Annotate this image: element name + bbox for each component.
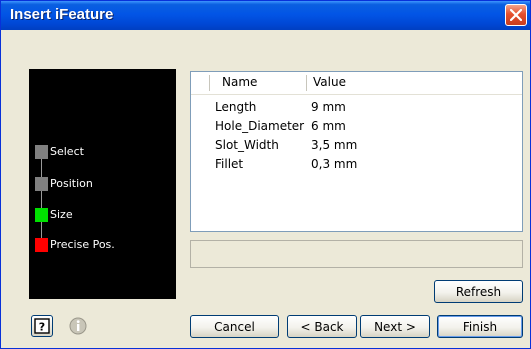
param-name: Hole_Diameter [215,119,305,133]
close-button[interactable] [505,4,527,26]
column-separator [306,75,307,91]
param-value[interactable]: 0,3 mm [311,156,357,173]
cancel-button[interactable]: Cancel [190,315,279,338]
status-field [190,240,523,268]
param-name: Fillet [215,157,244,171]
param-name: Slot_Width [215,138,279,152]
help-icon: ? [34,318,50,334]
column-header-value[interactable]: Value [313,72,346,93]
step-indicator [35,145,48,159]
param-name: Length [215,100,257,114]
step-indicator [35,177,48,191]
help-button[interactable]: ? [31,315,53,337]
step-indicator [35,208,48,222]
param-value[interactable]: 3,5 mm [311,137,357,154]
info-button[interactable] [67,315,89,337]
back-button[interactable]: < Back [287,315,357,338]
title-bar[interactable]: Insert iFeature [1,1,530,30]
table-header: Name Value [191,72,522,95]
table-row[interactable]: Hole_Diameter 6 mm [191,118,522,135]
step-label: Size [50,208,73,221]
param-value[interactable]: 6 mm [311,118,346,135]
param-value[interactable]: 9 mm [311,99,346,116]
refresh-button[interactable]: Refresh [434,280,523,303]
window-title: Insert iFeature [10,6,114,23]
next-button[interactable]: Next > [360,315,430,338]
parameter-table[interactable]: Name Value Length 9 mm Hole_Diameter 6 m… [190,71,523,232]
step-label: Position [50,177,93,190]
step-label: Precise Pos. [50,238,115,251]
steps-panel: Select Position Size Precise Pos. [29,69,176,299]
close-icon [510,9,522,21]
table-row[interactable]: Length 9 mm [191,99,522,116]
table-row[interactable]: Fillet 0,3 mm [191,156,522,173]
column-separator [209,75,210,91]
svg-text:?: ? [39,321,45,334]
step-connector [41,153,42,251]
insert-ifeature-dialog: Insert iFeature Select Position Size Pre… [0,0,531,349]
finish-button[interactable]: Finish [437,315,523,338]
info-icon [69,317,87,335]
step-indicator [35,238,48,252]
column-header-name[interactable]: Name [222,72,257,93]
table-row[interactable]: Slot_Width 3,5 mm [191,137,522,154]
step-label: Select [50,145,84,158]
